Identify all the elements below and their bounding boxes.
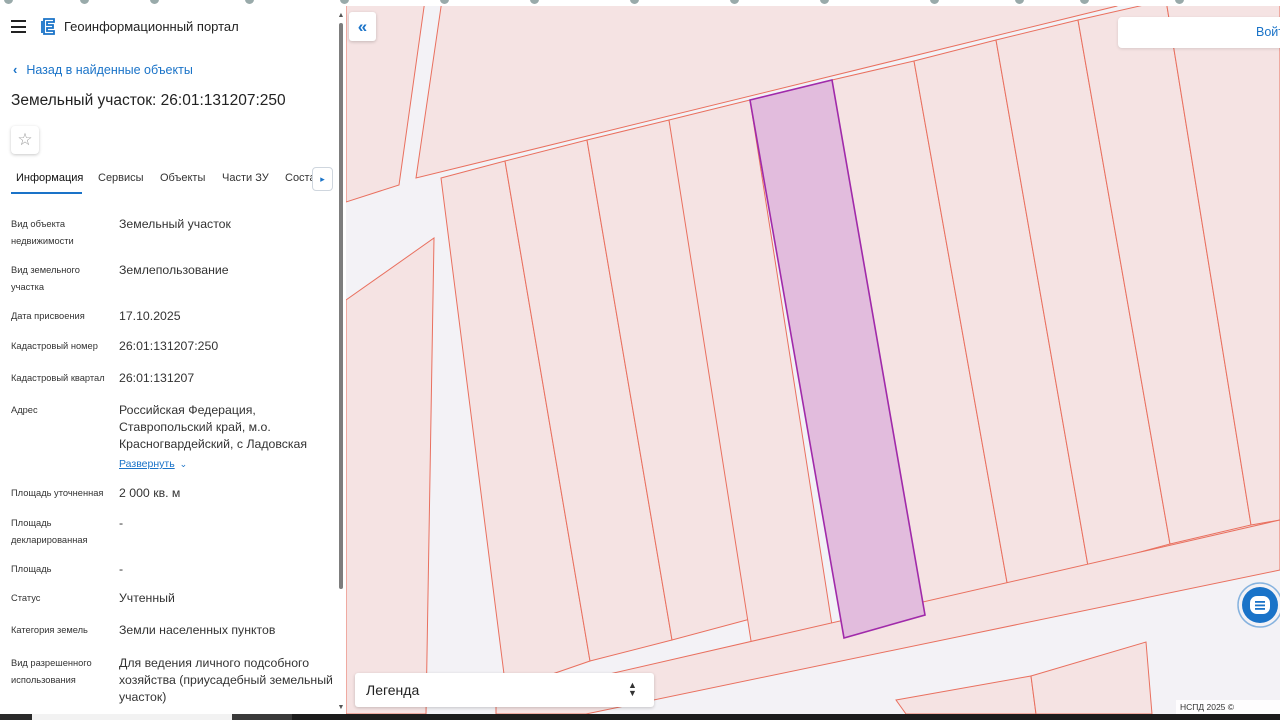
info-tabs: Информация Сервисы Объекты Части ЗУ Сост… (0, 166, 338, 194)
info-value: Для ведения личного подсобного хозяйства… (119, 656, 333, 704)
bookmark-item[interactable] (530, 0, 542, 6)
info-label: Площадь (11, 564, 52, 574)
map-parcel (346, 237, 435, 714)
back-to-results-link[interactable]: ‹ Назад в найденные объекты (13, 62, 193, 77)
map-parcel (1030, 641, 1153, 714)
portal-title[interactable]: Геоинформационный портал (64, 19, 239, 34)
info-value: Земли населенных пунктов (119, 623, 276, 637)
tab-services[interactable]: Сервисы (98, 172, 144, 184)
sort-icon: ▲ ▼ (628, 680, 637, 698)
taskbar-segment (0, 714, 32, 720)
info-value: - (119, 562, 124, 576)
info-value: 17.10.2025 (119, 309, 181, 323)
info-value: 26:01:131207 (119, 371, 195, 385)
info-value: Учтенный (119, 591, 175, 605)
info-value: Землепользование (119, 263, 229, 277)
back-link-label: Назад в найденные объекты (26, 62, 193, 77)
expand-address-link[interactable]: Развернуть ⌄ (119, 458, 187, 470)
info-value: Земельный участок (119, 217, 231, 231)
info-label: Кадастровый квартал (11, 373, 105, 383)
chat-button[interactable] (1230, 581, 1280, 629)
portal-logo-icon[interactable] (41, 18, 56, 35)
bookmark-item[interactable] (730, 0, 742, 6)
bookmark-item[interactable] (930, 0, 942, 6)
info-label: Площадь уточненная (11, 488, 104, 498)
star-icon: ☆ (17, 130, 33, 149)
info-label: Вид объекта недвижимости (11, 219, 74, 246)
object-title: Земельный участок: 26:01:131207:250 (11, 92, 286, 109)
bookmark-item[interactable] (440, 0, 452, 6)
map-copyright: НСПД 2025 © (1176, 700, 1280, 714)
map-parcel (895, 675, 1037, 714)
chevron-right-icon: ▸ (320, 173, 325, 184)
collapse-panel-button[interactable]: « (349, 12, 376, 41)
scroll-up-arrow-icon[interactable]: ▲ (337, 12, 345, 22)
bookmark-item[interactable] (245, 0, 257, 6)
tab-objects[interactable]: Объекты (160, 172, 205, 184)
tab-information[interactable]: Информация (16, 172, 83, 184)
info-value: Российская Федерация, Ставропольский кра… (119, 403, 308, 451)
bookmark-item[interactable] (630, 0, 642, 6)
info-label: Вид земельного участка (11, 265, 80, 292)
active-tab-indicator (11, 192, 82, 194)
menu-icon[interactable] (11, 20, 26, 33)
panel-header: Геоинформационный портал (0, 6, 346, 48)
info-label: Вид разрешенного использования (11, 658, 92, 685)
map-canvas[interactable] (346, 0, 1280, 714)
browser-bookmarks-bar (0, 0, 1280, 6)
info-label: Статус (11, 593, 41, 603)
bookmark-item[interactable] (820, 0, 832, 6)
panel-scrollbar[interactable]: ▲ ▼ (337, 12, 345, 714)
bookmark-item[interactable] (80, 0, 92, 6)
object-info-panel: Геоинформационный портал ‹ Назад в найде… (0, 6, 346, 714)
info-value: 2 000 кв. м (119, 486, 181, 500)
legend-dropdown[interactable]: Легенда ▲ ▼ (355, 673, 654, 707)
bookmark-item[interactable] (1015, 0, 1027, 6)
info-value: 26:01:131207:250 (119, 339, 219, 353)
tabs-scroll-right-button[interactable]: ▸ (312, 167, 333, 191)
map-parcels (346, 0, 1280, 714)
info-value: - (119, 516, 124, 530)
chevron-down-icon: ⌄ (179, 459, 188, 469)
os-taskbar (0, 714, 1280, 720)
bookmark-item[interactable] (340, 0, 352, 6)
scroll-down-arrow-icon[interactable]: ▼ (337, 704, 345, 714)
bookmark-item[interactable] (150, 0, 162, 6)
chevron-left-icon: ‹ (13, 62, 18, 77)
info-label: Кадастровый номер (11, 341, 98, 351)
scrollbar-thumb[interactable] (339, 23, 343, 589)
login-button[interactable]: Войт (1256, 25, 1280, 39)
bookmark-item[interactable] (4, 0, 16, 6)
expand-link-label: Развернуть (119, 458, 175, 470)
info-label: Площадь декларированная (11, 518, 88, 545)
chat-icon (1250, 596, 1270, 614)
info-label: Категория земель (11, 625, 88, 635)
info-label: Адрес (11, 405, 38, 415)
tab-composition[interactable]: Соста (285, 172, 316, 184)
bookmark-item[interactable] (1175, 0, 1187, 6)
info-label: Дата присвоения (11, 311, 85, 321)
favorite-button[interactable]: ☆ (11, 126, 39, 154)
legend-label: Легенда (366, 682, 420, 698)
bookmark-item[interactable] (1080, 0, 1092, 6)
taskbar-search[interactable] (32, 714, 232, 720)
tab-parts[interactable]: Части ЗУ (222, 172, 269, 184)
double-chevron-left-icon: « (357, 16, 368, 36)
login-bar: Войт (1118, 17, 1280, 48)
taskbar-segment (232, 714, 292, 720)
